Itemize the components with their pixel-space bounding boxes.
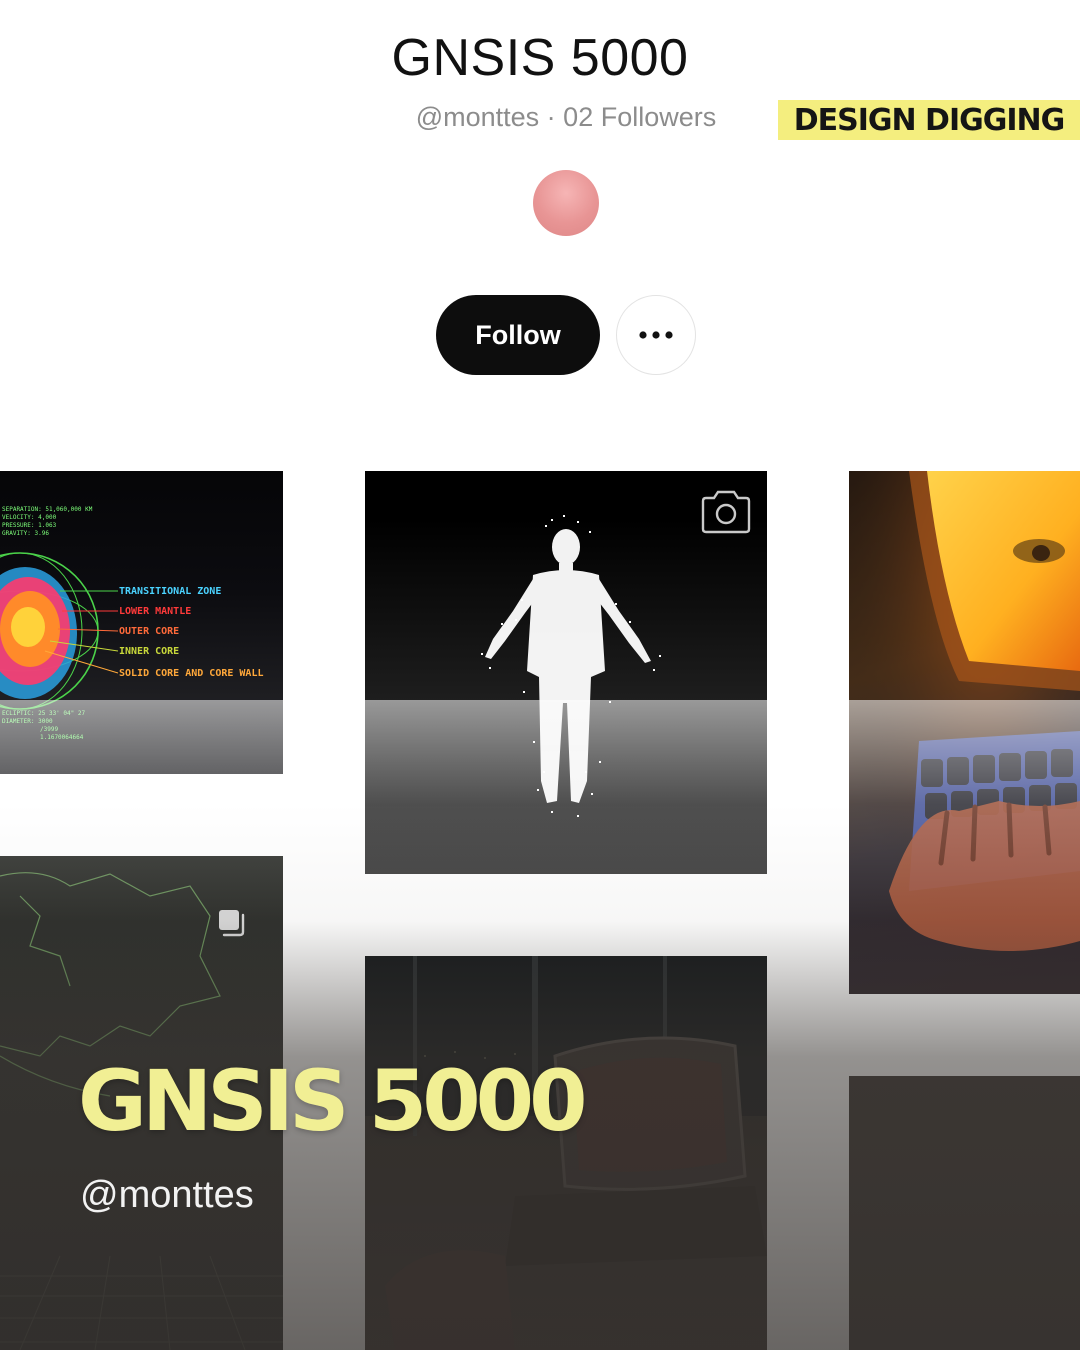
layer-label: SOLID CORE AND CORE WALL	[119, 668, 264, 679]
follow-button[interactable]: Follow	[436, 295, 600, 375]
planet-core-diagram: SEPARATION: 51,060,000 KM VELOCITY: 4,00…	[0, 506, 264, 741]
readout-line: 1.1670064664	[40, 734, 84, 741]
more-options-button[interactable]	[616, 295, 696, 375]
readout-line: GRAVITY: 3.96	[2, 530, 49, 537]
multiple-images-icon	[219, 910, 245, 937]
camera-icon	[701, 490, 751, 534]
footer-title: GNSIS 5000	[78, 1052, 588, 1150]
terminal-typing-photo	[849, 471, 1080, 994]
readout-line: VELOCITY: 4,000	[2, 514, 57, 521]
footer-handle: @monttes	[80, 1174, 254, 1216]
more-horizontal-icon	[639, 331, 673, 339]
grid-tile-planet-core[interactable]: SEPARATION: 51,060,000 KM VELOCITY: 4,00…	[0, 471, 283, 774]
layer-label: LOWER MANTLE	[119, 606, 191, 617]
grid-tile-point-cloud[interactable]	[365, 471, 767, 874]
readout-line: SEPARATION: 51,060,000 KM	[2, 506, 93, 513]
readout-line: PRESSURE: 1.063	[2, 522, 57, 529]
readout-line: /3999	[40, 726, 58, 733]
brand-badge: DESIGN DIGGING	[778, 100, 1080, 140]
readout-line: ECLIPTIC: 25 33' 04" 27	[2, 710, 85, 717]
readout-line: DIAMETER: 3000	[2, 718, 53, 725]
grid-tile-console-room[interactable]	[365, 956, 767, 1350]
grid-tile-dark[interactable]	[849, 1076, 1080, 1350]
avatar[interactable]	[533, 170, 599, 236]
layer-label: TRANSITIONAL ZONE	[119, 586, 221, 597]
layer-label: INNER CORE	[119, 646, 179, 657]
layer-label: OUTER CORE	[119, 626, 179, 637]
grid-tile-terminal-photo[interactable]	[849, 471, 1080, 994]
retro-console-room	[365, 956, 767, 1350]
profile-title: GNSIS 5000	[391, 29, 689, 87]
